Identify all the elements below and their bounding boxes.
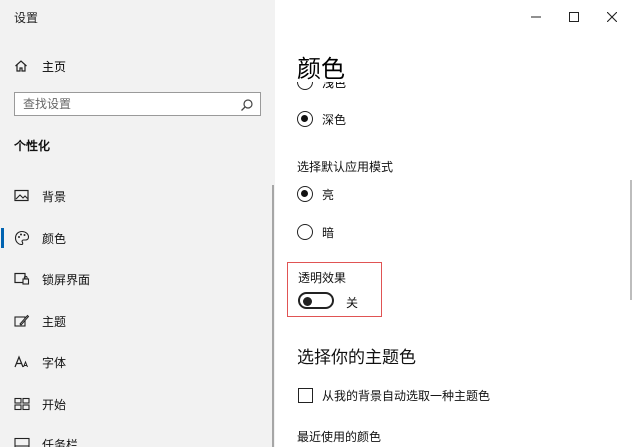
taskbar-icon bbox=[14, 436, 30, 447]
checkbox-label: 从我的背景自动选取一种主题色 bbox=[322, 388, 491, 403]
selection-indicator bbox=[1, 228, 4, 248]
radio-app-mode-light[interactable]: 亮 bbox=[297, 184, 334, 204]
recent-colors-label: 最近使用的颜色 bbox=[297, 430, 382, 444]
minimize-button[interactable] bbox=[518, 2, 554, 30]
radio-circle-selected bbox=[297, 111, 313, 127]
main-scrollbar[interactable] bbox=[630, 180, 632, 300]
transparency-toggle[interactable] bbox=[298, 292, 334, 309]
home-icon bbox=[14, 59, 28, 73]
minimize-icon bbox=[531, 7, 541, 26]
home-label: 主页 bbox=[42, 59, 67, 74]
radio-circle bbox=[297, 82, 313, 90]
picture-icon bbox=[14, 188, 30, 204]
page-title: 颜色 bbox=[297, 55, 345, 83]
search-box[interactable] bbox=[14, 92, 261, 116]
maximize-icon bbox=[569, 7, 579, 26]
sidebar-item-label: 任务栏 bbox=[42, 438, 79, 447]
sidebar-item-lock-screen[interactable]: 锁屏界面 bbox=[0, 267, 275, 291]
radio-dark-mode[interactable]: 深色 bbox=[297, 109, 346, 129]
maximize-button[interactable] bbox=[556, 2, 592, 30]
window-title: 设置 bbox=[14, 11, 39, 25]
home-nav-item[interactable]: 主页 bbox=[14, 56, 66, 76]
font-icon bbox=[14, 354, 30, 370]
sidebar-item-label: 锁屏界面 bbox=[42, 273, 91, 287]
toggle-knob bbox=[303, 296, 312, 306]
transparency-state: 关 bbox=[346, 296, 359, 310]
radio-app-mode-dark[interactable]: 暗 bbox=[297, 222, 334, 242]
radio-label: 深色 bbox=[322, 112, 347, 127]
sidebar-item-colors[interactable]: 颜色 bbox=[0, 226, 275, 250]
radio-label: 浅色 bbox=[322, 82, 347, 90]
sidebar-item-label: 背景 bbox=[42, 190, 67, 204]
sidebar-scrollbar[interactable] bbox=[272, 185, 274, 447]
default-app-mode-label: 选择默认应用模式 bbox=[297, 160, 394, 174]
auto-accent-checkbox[interactable]: 从我的背景自动选取一种主题色 bbox=[298, 386, 490, 404]
theme-brush-icon bbox=[14, 313, 30, 329]
lock-screen-icon bbox=[14, 271, 30, 287]
sidebar-item-label: 主题 bbox=[42, 315, 67, 329]
sidebar-item-fonts[interactable]: 字体 bbox=[0, 350, 275, 374]
close-button[interactable] bbox=[594, 2, 630, 30]
sidebar-item-themes[interactable]: 主题 bbox=[0, 309, 275, 333]
accent-color-heading: 选择你的主题色 bbox=[297, 348, 416, 368]
sidebar-item-label: 颜色 bbox=[42, 232, 67, 246]
radio-circle-selected bbox=[297, 186, 313, 202]
radio-light-mode-partial[interactable]: 浅色 bbox=[297, 82, 417, 92]
radio-label: 亮 bbox=[322, 187, 335, 202]
palette-icon bbox=[14, 230, 30, 246]
radio-circle bbox=[297, 224, 313, 240]
start-grid-icon bbox=[14, 396, 30, 412]
sidebar-item-taskbar[interactable]: 任务栏 bbox=[0, 432, 275, 447]
search-icon[interactable] bbox=[240, 97, 254, 111]
sidebar-item-label: 开始 bbox=[42, 398, 67, 412]
sidebar-item-background[interactable]: 背景 bbox=[0, 184, 275, 208]
checkbox-box bbox=[298, 387, 313, 403]
sidebar: 设置 主页 个性化 背景 颜色 锁屏界面 主题 bbox=[0, 0, 275, 447]
section-title-personalization: 个性化 bbox=[14, 139, 51, 153]
sidebar-item-start[interactable]: 开始 bbox=[0, 392, 275, 416]
sidebar-item-label: 字体 bbox=[42, 356, 67, 370]
search-input[interactable] bbox=[23, 96, 233, 112]
transparency-label: 透明效果 bbox=[298, 271, 347, 285]
radio-label: 暗 bbox=[322, 225, 335, 240]
close-icon bbox=[606, 7, 618, 26]
